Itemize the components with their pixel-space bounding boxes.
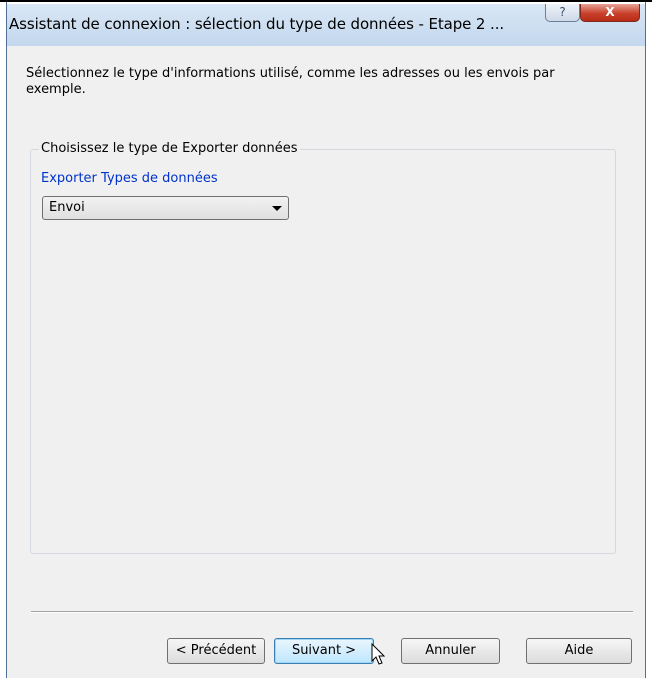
dialog-body: Sélectionnez le type d'informations util… — [7, 46, 645, 678]
button-separator — [31, 611, 633, 613]
chevron-down-icon[interactable] — [272, 206, 282, 211]
top-border — [0, 0, 652, 2]
help-button[interactable]: Aide — [526, 638, 632, 664]
close-caption-button[interactable]: X — [580, 4, 640, 22]
close-icon: X — [605, 5, 615, 19]
next-button[interactable]: Suivant > — [274, 638, 374, 664]
instruction-text: Sélectionnez le type d'informations util… — [26, 66, 555, 97]
dropdown-selected-value: Envoi — [49, 200, 85, 215]
cancel-button[interactable]: Annuler — [401, 638, 500, 664]
groupbox-title: Choisissez le type de Exporter données — [39, 141, 300, 156]
title-bar[interactable]: Assistant de connexion : sélection du ty… — [7, 4, 645, 46]
window-title: Assistant de connexion : sélection du ty… — [9, 15, 505, 33]
question-icon: ? — [559, 5, 566, 19]
export-types-label: Exporter Types de données — [41, 171, 218, 186]
data-type-dropdown[interactable]: Envoi — [42, 196, 289, 220]
previous-button[interactable]: < Précédent — [167, 638, 265, 664]
window-right-edge — [645, 2, 646, 678]
help-caption-button[interactable]: ? — [545, 4, 580, 22]
mouse-cursor-icon — [371, 643, 386, 665]
